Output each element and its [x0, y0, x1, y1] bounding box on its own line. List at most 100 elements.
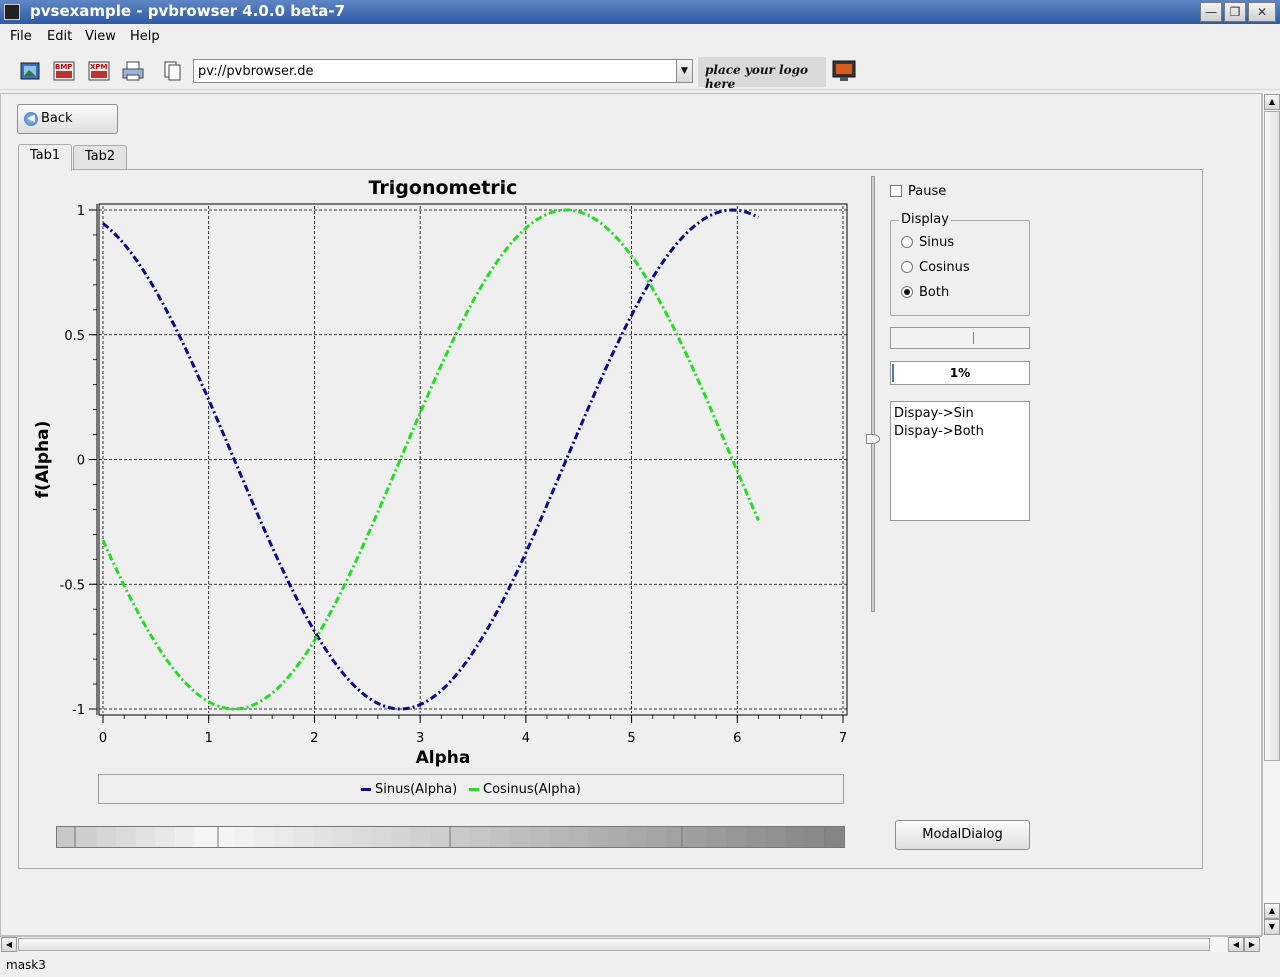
thermo-segment	[450, 827, 471, 847]
x-tick-label: 3	[416, 731, 424, 746]
radio-both-dot[interactable]	[901, 286, 913, 298]
scroll-down-icon[interactable]: ▼	[1264, 919, 1280, 935]
legend-item-sinus: Sinus(Alpha)	[361, 782, 457, 797]
log-textbox[interactable]: Dispay->Sin Dispay->Both	[890, 401, 1030, 521]
pause-label: Pause	[908, 184, 947, 199]
scroll-left-icon-right[interactable]: ◀	[1228, 937, 1244, 952]
scroll-left-icon[interactable]: ◀	[1, 937, 17, 952]
tab-tab1[interactable]: Tab1	[18, 144, 72, 171]
status-bar: mask3	[0, 952, 1280, 977]
scroll-up-icon[interactable]: ▲	[1264, 94, 1280, 110]
menu-help[interactable]: Help	[130, 29, 160, 44]
url-text[interactable]: pv://pvbrowser.de	[198, 64, 314, 79]
vertical-slider-handle[interactable]	[866, 434, 880, 444]
chevron-down-icon[interactable]: ▼	[676, 60, 692, 82]
radio-cosinus[interactable]: Cosinus	[901, 260, 970, 275]
app-icon[interactable]	[4, 4, 20, 20]
thermo-segment	[371, 827, 392, 847]
radio-both[interactable]: Both	[901, 285, 949, 300]
thermo-segment	[726, 827, 747, 847]
radio-both-label: Both	[919, 285, 950, 300]
back-arrow-icon: ◀	[24, 112, 38, 126]
thermo-segment	[706, 827, 727, 847]
restore-button[interactable]: ❐	[1224, 2, 1246, 22]
thermo-segment	[627, 827, 648, 847]
copy-icon[interactable]	[161, 60, 185, 82]
radio-sinus-label: Sinus	[919, 235, 955, 250]
menu-bar: File Edit View Help	[0, 24, 1280, 50]
menu-edit[interactable]: Edit	[47, 29, 72, 44]
x-tick-label: 1	[205, 731, 213, 746]
thermo-segment	[391, 827, 412, 847]
pause-checkbox-box[interactable]	[890, 185, 902, 197]
horizontal-slider-handle[interactable]	[973, 332, 974, 344]
legend-swatch-sinus	[361, 788, 371, 791]
thermo-segment	[745, 827, 766, 847]
vertical-slider[interactable]	[866, 176, 880, 612]
svg-text:XPM: XPM	[90, 63, 108, 71]
horizontal-scroll-thumb[interactable]	[18, 938, 1210, 951]
horizontal-scrollbar[interactable]: ◀ ◀ ▶	[0, 936, 1262, 952]
menu-view[interactable]: View	[85, 29, 116, 44]
thermo-segment	[96, 827, 117, 847]
scroll-right-icon[interactable]: ▶	[1244, 937, 1260, 952]
log-line: Dispay->Both	[894, 424, 984, 439]
thermo-segment	[76, 827, 97, 847]
image-icon[interactable]	[18, 60, 42, 82]
legend-label-sinus: Sinus(Alpha)	[375, 782, 458, 797]
vertical-scrollbar[interactable]: ▲ ▲ ▼	[1262, 93, 1280, 936]
thermo-segment	[253, 827, 274, 847]
color-thermometer-bar[interactable]	[56, 826, 845, 848]
title-bar: pvsexample - pvbrowser 4.0.0 beta-7 — ❐ …	[0, 0, 1280, 24]
y-tick-label: 0.5	[64, 329, 85, 344]
monitor-icon[interactable]	[832, 60, 856, 82]
thermo-segment	[489, 827, 511, 847]
radio-cosinus-dot[interactable]	[901, 261, 913, 273]
modal-dialog-button[interactable]: ModalDialog	[895, 820, 1030, 850]
legend-item-cosinus: Cosinus(Alpha)	[469, 782, 581, 797]
y-tick-label: -0.5	[60, 578, 85, 593]
vertical-slider-groove	[871, 176, 875, 612]
close-button[interactable]: ✕	[1248, 2, 1276, 22]
content-area: ◀ Back Tab1 Tab2 Trigonometric 0 1 2 3 4 5 6 7 1 0…	[0, 93, 1262, 936]
plot-legend: Sinus(Alpha) Cosinus(Alpha)	[98, 774, 844, 804]
trig-plot: Trigonometric 0 1 2 3 4 5 6 7 1 0.5 0 -0.5 -1 Alpha f(A…	[33, 177, 848, 768]
svg-text:BMP: BMP	[55, 63, 72, 71]
log-line: Dispay->Sin	[894, 406, 974, 421]
thermo-segment	[194, 827, 215, 847]
radio-cosinus-label: Cosinus	[919, 260, 970, 275]
radio-sinus-dot[interactable]	[901, 236, 913, 248]
thermo-segment	[765, 827, 786, 847]
y-tick-label: 1	[77, 204, 85, 219]
thermo-segment	[666, 827, 688, 847]
x-tick-label: 5	[627, 731, 635, 746]
tab-tab2[interactable]: Tab2	[73, 145, 127, 170]
print-icon[interactable]	[121, 60, 145, 82]
thermo-segment	[116, 827, 137, 847]
minimize-button[interactable]: —	[1200, 2, 1222, 22]
thermo-segment	[647, 827, 668, 847]
thermo-segment	[352, 827, 373, 847]
logo-area: place your logo here	[698, 57, 826, 91]
url-combobox[interactable]: pv://pvbrowser.de ▼	[193, 59, 693, 83]
bmp-icon[interactable]: BMP	[52, 60, 76, 82]
thermo-segment	[293, 827, 314, 847]
thermo-segment	[234, 827, 255, 847]
menu-file[interactable]: File	[10, 29, 32, 44]
vertical-scroll-thumb[interactable]	[1264, 111, 1280, 761]
thermo-segment	[548, 827, 570, 847]
horizontal-slider[interactable]	[890, 327, 1030, 349]
y-tick-label: 0	[77, 454, 85, 469]
scroll-up-icon-lower[interactable]: ▲	[1264, 903, 1280, 919]
thermo-segment	[175, 827, 196, 847]
thermo-segment	[430, 827, 451, 847]
back-button[interactable]: ◀ Back	[17, 104, 118, 134]
x-tick-label: 4	[522, 731, 530, 746]
pause-checkbox[interactable]: Pause	[890, 184, 946, 199]
x-axis-label: Alpha	[416, 748, 471, 768]
thermo-segment	[470, 827, 491, 847]
x-tick-label: 7	[839, 731, 847, 746]
radio-sinus[interactable]: Sinus	[901, 235, 954, 250]
xpm-icon[interactable]: XPM	[87, 60, 111, 82]
thermo-segment	[824, 827, 845, 847]
